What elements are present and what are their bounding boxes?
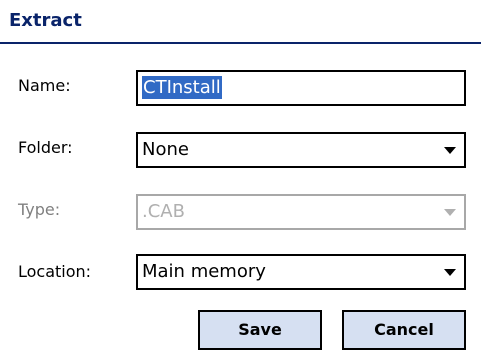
save-button[interactable]: Save (198, 310, 322, 350)
folder-select[interactable]: None (136, 132, 466, 168)
type-label: Type: (18, 200, 61, 219)
location-select-value: Main memory (142, 261, 266, 282)
chevron-down-icon (444, 147, 456, 154)
chevron-down-icon (444, 209, 456, 216)
chevron-down-icon (444, 269, 456, 276)
folder-label: Folder: (18, 138, 73, 157)
name-label: Name: (18, 76, 71, 95)
type-select: .CAB (136, 194, 466, 230)
type-select-value: .CAB (142, 201, 185, 222)
cancel-button[interactable]: Cancel (342, 310, 466, 350)
name-input-value: CTInstall (142, 76, 222, 99)
folder-select-value: None (142, 139, 189, 160)
dialog-title: Extract (9, 10, 82, 31)
location-label: Location: (18, 262, 92, 281)
name-input[interactable]: CTInstall (136, 70, 466, 106)
location-select[interactable]: Main memory (136, 254, 466, 290)
title-divider (0, 42, 481, 44)
